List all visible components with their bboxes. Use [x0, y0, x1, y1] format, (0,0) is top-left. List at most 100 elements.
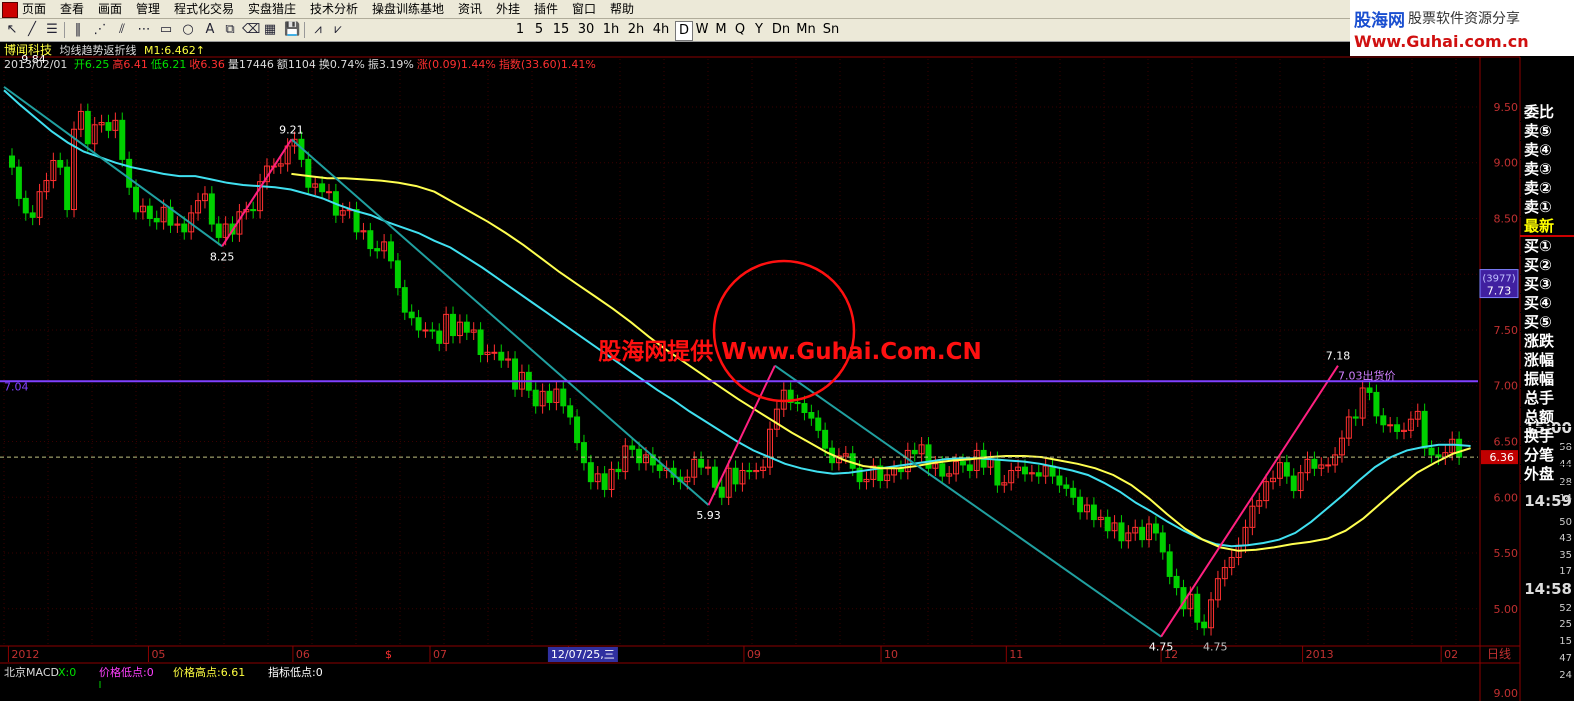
menu-item-0[interactable]: 页面: [22, 0, 46, 18]
period-button-Q[interactable]: Q: [732, 21, 748, 39]
candle-body: [1063, 484, 1070, 489]
channel-icon[interactable]: ⫽: [114, 22, 130, 38]
period-button-30[interactable]: 30: [575, 21, 597, 39]
period-button-W[interactable]: W: [694, 21, 710, 39]
candle-body: [401, 287, 408, 313]
candle-body: [250, 209, 257, 212]
candle-body: [463, 321, 470, 333]
candle-body: [119, 119, 126, 160]
candle-body: [801, 403, 808, 414]
candle-body: [1325, 464, 1332, 467]
y-tick-7: 8.50: [1494, 212, 1519, 225]
watermark-text: 股海网提供 Www.Guhai.Com.CN: [598, 338, 981, 365]
menu-item-6[interactable]: 技术分析: [310, 0, 358, 18]
menu-item-9[interactable]: 外挂: [496, 0, 520, 18]
menu-item-5[interactable]: 实盘猎庄: [248, 0, 296, 18]
menu-item-12[interactable]: 帮助: [610, 0, 634, 18]
y-tick-4: 7.00: [1494, 380, 1519, 393]
candle-body: [580, 442, 587, 464]
lower-panel-field-3: 指标低点:0: [268, 665, 323, 679]
sidebar-item-4: 卖②: [1520, 179, 1574, 198]
menu-item-4[interactable]: 程式化交易: [174, 0, 234, 18]
candle-body: [794, 401, 801, 405]
lower-panel-field-2: 价格高点:6.61: [173, 665, 245, 679]
period-button-4h[interactable]: 4h: [650, 21, 672, 39]
candle-body: [215, 223, 222, 238]
period-button-Y[interactable]: Y: [751, 21, 767, 39]
zigzag-icon[interactable]: ⩗: [330, 22, 346, 38]
candle-body: [1290, 475, 1297, 492]
candle-body: [105, 122, 112, 131]
menu-item-2[interactable]: 画面: [98, 0, 122, 18]
parallel-icon[interactable]: ⋯: [136, 22, 152, 38]
line-draw-icon[interactable]: ╱: [24, 22, 40, 38]
quote-field-5: 额1104: [276, 58, 316, 71]
x-label-10: 02: [1444, 648, 1458, 661]
app-icon[interactable]: [2, 2, 18, 18]
chart-area[interactable]: 5.005.506.006.507.007.508.008.509.009.50…: [0, 41, 1574, 701]
trend-line-2: [774, 364, 1162, 638]
period-button-M[interactable]: M: [713, 21, 729, 39]
period-button-1[interactable]: 1: [512, 21, 528, 39]
grid-icon[interactable]: ▦: [262, 22, 278, 38]
sidebar-item-8: 买②: [1520, 256, 1574, 275]
cursor-icon[interactable]: ↖: [4, 22, 20, 38]
price-label-3: 5.93: [696, 509, 721, 522]
circle-icon[interactable]: ○: [180, 22, 196, 38]
bars-icon[interactable]: ‖: [70, 22, 86, 38]
copy-icon[interactable]: ⧉: [222, 22, 238, 38]
menu-item-11[interactable]: 窗口: [572, 0, 596, 18]
quote-line: 2013/02/01 开6.25 高6.41 低6.21 收6.36 量17446 额11…: [4, 56, 596, 72]
candle-body: [415, 317, 422, 331]
candle-body: [477, 329, 484, 356]
save-icon[interactable]: 💾: [284, 22, 300, 38]
rectangle-icon[interactable]: ▭: [158, 22, 174, 38]
eraser-icon[interactable]: ⌫: [242, 22, 260, 38]
candle-body: [629, 445, 636, 450]
menu-item-1[interactable]: 查看: [60, 0, 84, 18]
period-button-Mn[interactable]: Mn: [795, 21, 817, 39]
period-button-D[interactable]: D: [675, 21, 693, 41]
candle-body: [367, 230, 374, 250]
period-button-5[interactable]: 5: [531, 21, 547, 39]
menu-item-3[interactable]: 管理: [136, 0, 160, 18]
menu-item-7[interactable]: 操盘训练基地: [372, 0, 444, 18]
zigzag-line-2: [1160, 365, 1339, 638]
right-small-12: 24: [1559, 670, 1572, 681]
candlestick-chart[interactable]: 5.005.506.006.507.007.508.008.509.009.50…: [0, 41, 1574, 701]
candle-body: [29, 212, 36, 218]
sidebar-item-1: 卖⑤: [1520, 122, 1574, 141]
candle-body: [181, 223, 188, 233]
period-button-1h[interactable]: 1h: [600, 21, 622, 39]
chart-line-icon[interactable]: ⩘: [310, 22, 326, 38]
candle-body: [808, 412, 815, 419]
candle-body: [126, 158, 133, 188]
menu-item-10[interactable]: 插件: [534, 0, 558, 18]
candle-body: [939, 463, 946, 477]
sidebar-item-16: 总额: [1520, 408, 1574, 427]
text-align-icon[interactable]: ☰: [44, 22, 60, 38]
candle-body: [560, 388, 567, 407]
y-tick-2: 6.00: [1494, 491, 1519, 504]
candle-body: [1035, 472, 1042, 477]
logo-name: 股海网: [1354, 11, 1405, 31]
candle-body: [436, 330, 443, 344]
period-button-2h[interactable]: 2h: [625, 21, 647, 39]
quote-field-1: 高6.41: [112, 58, 148, 71]
menu-item-8[interactable]: 资讯: [458, 0, 482, 18]
x-label-2: 06: [296, 648, 310, 661]
candle-body: [9, 155, 15, 168]
lower-panel-field-0: X:0: [58, 666, 76, 679]
period-button-Dn[interactable]: Dn: [770, 21, 792, 39]
hline-label-left: 7.04: [4, 380, 29, 393]
candle-body: [1352, 416, 1359, 419]
candle-body: [353, 209, 360, 233]
period-button-15[interactable]: 15: [550, 21, 572, 39]
sidebar-item-6: 最新: [1520, 217, 1574, 237]
sidebar-item-3: 卖③: [1520, 160, 1574, 179]
cursor-date: 12/07/25,三: [551, 648, 615, 661]
period-button-Sn[interactable]: Sn: [820, 21, 842, 39]
fan-icon[interactable]: ⋰: [92, 22, 108, 38]
text-icon[interactable]: A: [202, 22, 218, 38]
sidebar-item-19: 外盘: [1520, 465, 1574, 484]
